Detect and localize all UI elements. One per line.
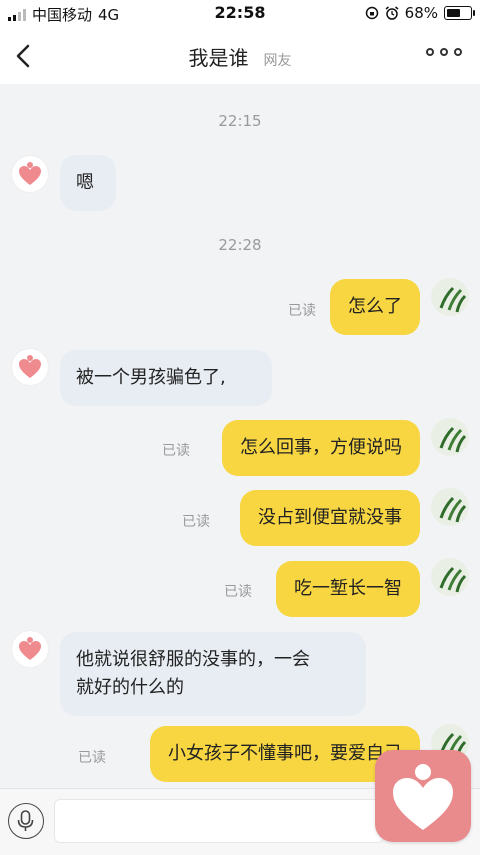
- title-block: 我是谁 网友: [0, 42, 480, 71]
- message-bubble-outgoing[interactable]: 怎么回事，方便说吗: [222, 420, 420, 476]
- read-receipt: 已读: [182, 514, 210, 530]
- heart-avatar-icon: [19, 355, 41, 378]
- message-bubble-outgoing[interactable]: 吃一堑长一智: [276, 561, 420, 617]
- read-receipt: 已读: [78, 750, 106, 766]
- mic-button[interactable]: [8, 803, 44, 839]
- message-bubble-incoming[interactable]: 被一个男孩骗色了,: [60, 350, 272, 406]
- message-line: 就好的什么的: [76, 677, 184, 698]
- timestamp: 22:28: [218, 236, 262, 254]
- status-bar: 中国移动 4G 22:58 68%: [0, 0, 480, 28]
- plant-avatar-icon: [439, 426, 467, 453]
- self-avatar[interactable]: [431, 488, 469, 526]
- heart-avatar-icon: [19, 637, 41, 660]
- self-avatar[interactable]: [431, 558, 469, 596]
- read-receipt: 已读: [162, 443, 190, 459]
- status-right: 68%: [365, 4, 475, 22]
- plant-avatar-icon: [439, 286, 467, 313]
- contact-avatar[interactable]: [11, 348, 49, 386]
- read-receipt: 已读: [288, 303, 316, 319]
- app-logo: [375, 750, 471, 842]
- plant-avatar-icon: [439, 566, 467, 593]
- heart-logo-icon: [393, 764, 453, 830]
- alarm-icon: [385, 6, 399, 20]
- contact-avatar[interactable]: [11, 155, 49, 193]
- microphone-icon: [17, 810, 34, 831]
- message-bubble-incoming[interactable]: 嗯: [60, 155, 116, 211]
- contact-name: 我是谁: [188, 46, 249, 70]
- contact-avatar[interactable]: [11, 630, 49, 668]
- self-avatar[interactable]: [431, 418, 469, 456]
- read-receipt: 已读: [224, 584, 252, 600]
- chat-header: 我是谁 网友: [0, 28, 480, 84]
- heart-avatar-icon: [19, 162, 41, 185]
- battery-percent: 68%: [404, 4, 438, 22]
- message-line: 他就说很舒服的没事的，一会: [76, 649, 310, 670]
- timestamp: 22:15: [218, 112, 262, 130]
- message-bubble-outgoing[interactable]: 没占到便宜就没事: [240, 490, 420, 546]
- contact-type-label: 网友: [263, 53, 292, 69]
- self-avatar[interactable]: [431, 278, 469, 316]
- message-bubble-outgoing[interactable]: 怎么了: [330, 279, 420, 335]
- more-icon[interactable]: [426, 48, 462, 56]
- battery-icon: [444, 6, 475, 20]
- rotation-lock-icon: [365, 6, 378, 20]
- plant-avatar-icon: [439, 496, 467, 523]
- message-bubble-incoming[interactable]: 他就说很舒服的没事的，一会 就好的什么的: [60, 632, 366, 716]
- message-input[interactable]: [54, 799, 384, 843]
